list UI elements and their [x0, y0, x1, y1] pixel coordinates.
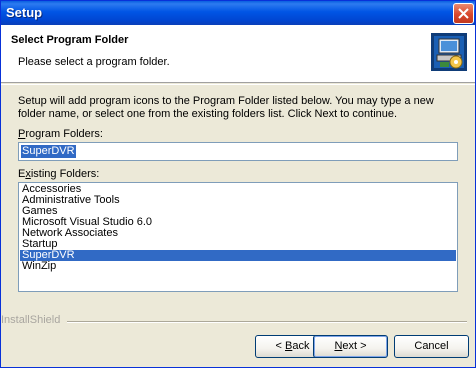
instructions-text: Setup will add program icons to the Prog…: [18, 95, 434, 120]
list-item[interactable]: Startup: [20, 239, 456, 250]
cancel-button[interactable]: Cancel: [394, 335, 469, 358]
program-folders-label-text: rogram Folders:: [25, 128, 103, 140]
header-divider: [1, 84, 475, 85]
program-folders-label: Program Folders:: [18, 128, 103, 140]
close-icon: [458, 8, 469, 19]
next-button-text: ext >: [342, 340, 367, 352]
page-subtitle: Please select a program folder.: [18, 56, 170, 68]
setup-computer-icon: [431, 33, 467, 71]
program-folder-value: SuperDVR: [21, 145, 76, 158]
existing-folders-list[interactable]: Accessories Administrative Tools Games M…: [18, 182, 458, 292]
footer-divider: [67, 321, 467, 323]
page-title: Select Program Folder: [11, 34, 129, 46]
back-button-text: ack: [292, 340, 310, 352]
installshield-brand: InstallShield: [1, 314, 61, 326]
title-bar[interactable]: Setup: [1, 1, 475, 25]
program-folder-input[interactable]: SuperDVR: [18, 142, 458, 161]
list-item[interactable]: Administrative Tools: [20, 195, 456, 206]
existing-folders-label-text: isting Folders:: [30, 168, 100, 180]
next-button[interactable]: Next >: [313, 335, 388, 358]
setup-window: Setup Select Program Folder Please selec…: [0, 0, 476, 368]
existing-folders-label: Existing Folders:: [18, 168, 99, 180]
list-item[interactable]: SuperDVR: [20, 250, 456, 261]
close-button[interactable]: [453, 3, 474, 24]
list-item[interactable]: WinZip: [20, 261, 456, 272]
wizard-header: Select Program Folder Please select a pr…: [1, 25, 475, 83]
list-item[interactable]: Network Associates: [20, 228, 456, 239]
window-title: Setup: [6, 5, 43, 20]
back-button-prefix: <: [275, 340, 285, 352]
